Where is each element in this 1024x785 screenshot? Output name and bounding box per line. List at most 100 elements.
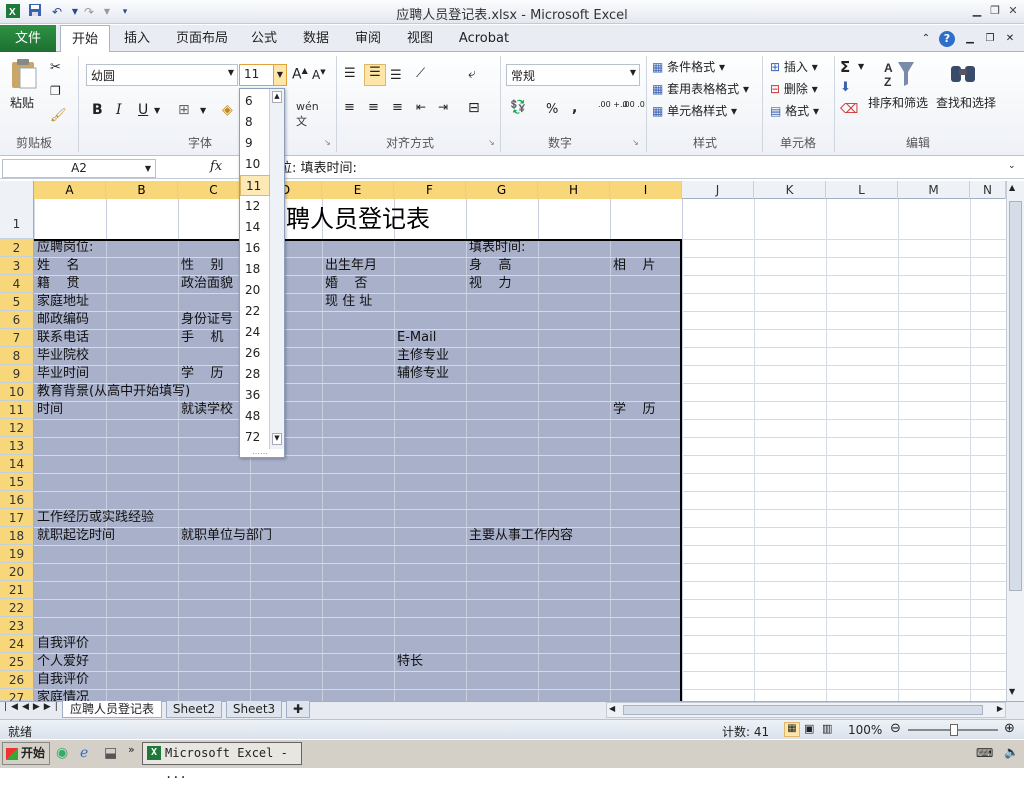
find-select-icon[interactable]	[948, 58, 978, 88]
dropdown-resize-grip[interactable]: ⋯⋯	[252, 449, 268, 458]
conditional-format-button[interactable]: ▦ 条件格式 ▾	[652, 58, 725, 75]
row-header-13[interactable]: 13	[0, 437, 34, 455]
restore-icon[interactable]: ❐	[986, 3, 1004, 18]
row-header-7[interactable]: 7	[0, 329, 34, 347]
font-size-option-18[interactable]: 18	[240, 259, 270, 280]
align-top-icon[interactable]: ☰	[344, 66, 356, 81]
format-painter-icon[interactable]: 🖌	[50, 108, 67, 123]
cell-a9[interactable]: 毕业时间	[37, 365, 89, 383]
borders-dropdown-icon[interactable]: ▼	[200, 106, 206, 115]
zoom-slider-thumb[interactable]	[950, 724, 958, 736]
sheet-title-cell[interactable]: 聘人员登记表	[34, 199, 682, 239]
cell-a17[interactable]: 工作经历或实践经验	[37, 509, 154, 527]
file-tab[interactable]: 文件	[0, 25, 56, 52]
start-button[interactable]: 开始	[2, 742, 50, 765]
cell-a7[interactable]: 联系电话	[37, 329, 89, 347]
cell-a4[interactable]: 籍 贯	[37, 275, 80, 293]
cell-g2[interactable]: 填表时间:	[469, 239, 525, 257]
cell-f9[interactable]: 辅修专业	[397, 365, 449, 383]
column-header-b[interactable]: B	[106, 181, 178, 199]
column-header-f[interactable]: F	[394, 181, 466, 199]
quicklaunch-icon[interactable]: ◉	[56, 745, 68, 761]
row-header-18[interactable]: 18	[0, 527, 34, 545]
keyboard-icon[interactable]: ⌨	[976, 746, 993, 760]
font-size-option-11[interactable]: 11	[240, 175, 270, 196]
borders-icon[interactable]: ⊞	[178, 102, 190, 118]
ie-icon[interactable]: ℯ	[80, 745, 88, 761]
cell-c6[interactable]: 身份证号	[181, 311, 233, 329]
number-format-select[interactable]: 常规 ▼	[506, 64, 640, 86]
row-header-16[interactable]: 16	[0, 491, 34, 509]
row-header-25[interactable]: 25	[0, 653, 34, 671]
cell-c7[interactable]: 手 机	[181, 329, 224, 347]
sheet-tab-sheet2[interactable]: Sheet2	[166, 701, 222, 718]
cell-a25[interactable]: 个人爱好	[37, 653, 89, 671]
cell-a18[interactable]: 就职起讫时间	[37, 527, 115, 545]
cell-c18[interactable]: 就职单位与部门	[181, 527, 272, 545]
row-header-19[interactable]: 19	[0, 545, 34, 563]
font-size-option-20[interactable]: 20	[240, 280, 270, 301]
row-header-15[interactable]: 15	[0, 473, 34, 491]
row-header-12[interactable]: 12	[0, 419, 34, 437]
column-header-a[interactable]: A	[34, 181, 106, 199]
cell-c3[interactable]: 性 别	[181, 257, 224, 275]
help-icon[interactable]: ?	[938, 25, 956, 52]
dropdown-scrollbar[interactable]: ▲ ▼	[269, 89, 284, 449]
close-icon[interactable]: ✕	[1004, 3, 1022, 18]
cell-g3[interactable]: 身 高	[469, 257, 512, 275]
underline-dropdown-icon[interactable]: ▼	[154, 106, 160, 115]
workbook-minimize-icon[interactable]: ▁	[962, 25, 978, 52]
horizontal-scrollbar[interactable]: ◀ ▶	[606, 702, 1006, 718]
number-dialog-launcher-icon[interactable]: ↘	[632, 138, 639, 147]
column-header-g[interactable]: G	[466, 181, 538, 199]
column-header-i[interactable]: I	[610, 181, 682, 199]
wrap-text-icon[interactable]: ⤶	[468, 66, 476, 82]
row-header-20[interactable]: 20	[0, 563, 34, 581]
taskbar-excel-item[interactable]: X Microsoft Excel - ...	[142, 742, 302, 781]
italic-button[interactable]: I	[116, 102, 122, 118]
row-header-5[interactable]: 5	[0, 293, 34, 311]
chevron-down-icon[interactable]: ▼	[145, 160, 151, 177]
font-size-option-12[interactable]: 12	[240, 196, 270, 217]
row-header-22[interactable]: 22	[0, 599, 34, 617]
percent-button[interactable]: %	[546, 102, 558, 117]
row-header-14[interactable]: 14	[0, 455, 34, 473]
cell-a24[interactable]: 自我评价	[37, 635, 89, 653]
row-header-10[interactable]: 10	[0, 383, 34, 401]
row-header-23[interactable]: 23	[0, 617, 34, 635]
underline-button[interactable]: U	[138, 102, 148, 118]
cell-g18[interactable]: 主要从事工作内容	[469, 527, 573, 545]
scroll-up-icon[interactable]: ▲	[1009, 183, 1015, 192]
align-right-icon[interactable]: ≡	[392, 100, 403, 115]
sort-filter-button[interactable]: 排序和筛选	[868, 94, 928, 111]
tab-view[interactable]: 视图	[398, 25, 442, 52]
minimize-ribbon-icon[interactable]: ⌃	[918, 25, 934, 52]
autosum-dropdown-icon[interactable]: ▼	[858, 62, 864, 71]
decrease-indent-icon[interactable]: ⇤	[416, 100, 426, 114]
cell-i3[interactable]: 相 片	[613, 257, 656, 275]
fill-color-icon[interactable]: ◈	[222, 102, 233, 118]
font-size-option-22[interactable]: 22	[240, 301, 270, 322]
align-bottom-icon[interactable]: ☰	[390, 68, 402, 83]
minimize-icon[interactable]: ▁	[968, 3, 986, 18]
fill-icon[interactable]: ⬇	[840, 80, 851, 95]
cell-a10[interactable]: 教育背景(从高中开始填写)	[37, 383, 190, 401]
scroll-down-icon[interactable]: ▼	[1009, 687, 1015, 696]
clear-icon[interactable]: ⌫	[840, 102, 858, 117]
paste-button[interactable]: 粘贴	[10, 94, 34, 111]
scroll-left-icon[interactable]: ◀	[609, 704, 615, 713]
insert-cells-button[interactable]: ⊞ 插入 ▾	[770, 58, 818, 75]
row-header-8[interactable]: 8	[0, 347, 34, 365]
font-size-option-48[interactable]: 48	[240, 406, 270, 427]
row-header-9[interactable]: 9	[0, 365, 34, 383]
align-left-icon[interactable]: ≡	[344, 100, 355, 115]
cell-e3[interactable]: 出生年月	[325, 257, 377, 275]
column-header-j[interactable]: J	[682, 181, 754, 199]
cell-a11[interactable]: 时间	[37, 401, 63, 419]
cell-styles-button[interactable]: ▦ 单元格样式 ▾	[652, 102, 737, 119]
merge-center-icon[interactable]: ⊟	[468, 100, 480, 116]
column-header-l[interactable]: L	[826, 181, 898, 199]
tab-page-layout[interactable]: 页面布局	[170, 25, 234, 52]
media-icon[interactable]: ⬓	[104, 745, 117, 761]
column-header-n[interactable]: N	[970, 181, 1006, 199]
